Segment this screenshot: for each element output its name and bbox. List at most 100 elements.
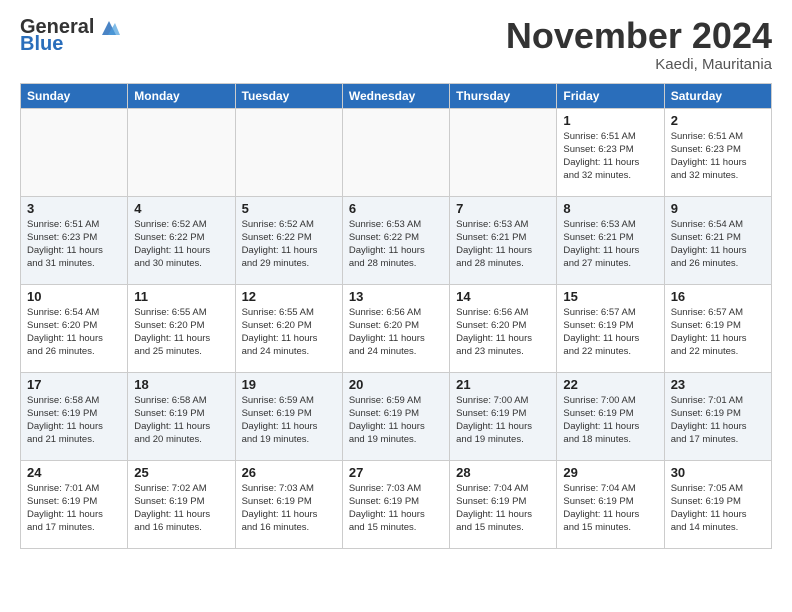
day-number: 29 bbox=[563, 465, 657, 480]
cell-3-3: 12 Sunrise: 6:55 AMSunset: 6:20 PMDayligh… bbox=[235, 284, 342, 372]
cell-4-5: 21 Sunrise: 7:00 AMSunset: 6:19 PMDayligh… bbox=[450, 372, 557, 460]
day-info: Sunrise: 6:52 AMSunset: 6:22 PMDaylight:… bbox=[134, 218, 228, 271]
day-number: 11 bbox=[134, 289, 228, 304]
day-info: Sunrise: 6:53 AMSunset: 6:21 PMDaylight:… bbox=[563, 218, 657, 271]
cell-3-5: 14 Sunrise: 6:56 AMSunset: 6:20 PMDayligh… bbox=[450, 284, 557, 372]
col-thursday: Thursday bbox=[450, 83, 557, 108]
logo-blue-text: Blue bbox=[20, 33, 63, 56]
day-info: Sunrise: 7:00 AMSunset: 6:19 PMDaylight:… bbox=[563, 394, 657, 447]
col-monday: Monday bbox=[128, 83, 235, 108]
day-info: Sunrise: 6:51 AMSunset: 6:23 PMDaylight:… bbox=[563, 130, 657, 183]
day-info: Sunrise: 6:51 AMSunset: 6:23 PMDaylight:… bbox=[27, 218, 121, 271]
day-number: 14 bbox=[456, 289, 550, 304]
day-info: Sunrise: 6:57 AMSunset: 6:19 PMDaylight:… bbox=[563, 306, 657, 359]
day-info: Sunrise: 6:57 AMSunset: 6:19 PMDaylight:… bbox=[671, 306, 765, 359]
day-info: Sunrise: 7:01 AMSunset: 6:19 PMDaylight:… bbox=[671, 394, 765, 447]
day-number: 4 bbox=[134, 201, 228, 216]
day-info: Sunrise: 6:58 AMSunset: 6:19 PMDaylight:… bbox=[134, 394, 228, 447]
day-number: 25 bbox=[134, 465, 228, 480]
day-number: 20 bbox=[349, 377, 443, 392]
logo: General Blue bbox=[20, 16, 120, 56]
cell-3-4: 13Sunrise: 6:56 AMSunset: 6:20 PMDayligh… bbox=[342, 284, 449, 372]
day-number: 9 bbox=[671, 201, 765, 216]
day-info: Sunrise: 6:52 AMSunset: 6:22 PMDaylight:… bbox=[242, 218, 336, 271]
day-number: 6 bbox=[349, 201, 443, 216]
day-info: Sunrise: 6:55 AMSunset: 6:20 PMDaylight:… bbox=[242, 306, 336, 359]
cell-2-2: 4 Sunrise: 6:52 AMSunset: 6:22 PMDaylight… bbox=[128, 196, 235, 284]
day-number: 12 bbox=[242, 289, 336, 304]
cell-5-2: 25 Sunrise: 7:02 AMSunset: 6:19 PMDayligh… bbox=[128, 460, 235, 548]
day-info: Sunrise: 6:54 AMSunset: 6:20 PMDaylight:… bbox=[27, 306, 121, 359]
day-info: Sunrise: 6:51 AMSunset: 6:23 PMDaylight:… bbox=[671, 130, 765, 183]
day-number: 22 bbox=[563, 377, 657, 392]
cell-1-3 bbox=[235, 108, 342, 196]
day-number: 23 bbox=[671, 377, 765, 392]
day-number: 24 bbox=[27, 465, 121, 480]
cell-1-6: 1Sunrise: 6:51 AMSunset: 6:23 PMDaylight… bbox=[557, 108, 664, 196]
day-number: 19 bbox=[242, 377, 336, 392]
cell-2-1: 3 Sunrise: 6:51 AMSunset: 6:23 PMDaylight… bbox=[21, 196, 128, 284]
cell-1-1 bbox=[21, 108, 128, 196]
day-info: Sunrise: 6:58 AMSunset: 6:19 PMDaylight:… bbox=[27, 394, 121, 447]
day-info: Sunrise: 7:05 AMSunset: 6:19 PMDaylight:… bbox=[671, 482, 765, 535]
day-number: 7 bbox=[456, 201, 550, 216]
cell-5-6: 29 Sunrise: 7:04 AMSunset: 6:19 PMDayligh… bbox=[557, 460, 664, 548]
day-number: 27 bbox=[349, 465, 443, 480]
calendar: Sunday Monday Tuesday Wednesday Thursday… bbox=[20, 83, 772, 549]
day-number: 16 bbox=[671, 289, 765, 304]
cell-1-5 bbox=[450, 108, 557, 196]
day-info: Sunrise: 7:00 AMSunset: 6:19 PMDaylight:… bbox=[456, 394, 550, 447]
day-number: 26 bbox=[242, 465, 336, 480]
month-title: November 2024 bbox=[506, 16, 772, 56]
col-tuesday: Tuesday bbox=[235, 83, 342, 108]
cell-4-3: 19 Sunrise: 6:59 AMSunset: 6:19 PMDayligh… bbox=[235, 372, 342, 460]
day-number: 2 bbox=[671, 113, 765, 128]
cell-4-4: 20 Sunrise: 6:59 AMSunset: 6:19 PMDayligh… bbox=[342, 372, 449, 460]
day-info: Sunrise: 6:59 AMSunset: 6:19 PMDaylight:… bbox=[349, 394, 443, 447]
cell-3-7: 16 Sunrise: 6:57 AMSunset: 6:19 PMDayligh… bbox=[664, 284, 771, 372]
day-number: 8 bbox=[563, 201, 657, 216]
col-saturday: Saturday bbox=[664, 83, 771, 108]
week-row-3: 10 Sunrise: 6:54 AMSunset: 6:20 PMDayligh… bbox=[21, 284, 772, 372]
day-number: 30 bbox=[671, 465, 765, 480]
week-row-5: 24 Sunrise: 7:01 AMSunset: 6:19 PMDayligh… bbox=[21, 460, 772, 548]
day-info: Sunrise: 6:56 AMSunset: 6:20 PMDaylight:… bbox=[349, 306, 443, 359]
col-wednesday: Wednesday bbox=[342, 83, 449, 108]
page: General Blue November 2024 Kaedi, Maurit… bbox=[0, 0, 792, 559]
cell-4-6: 22 Sunrise: 7:00 AMSunset: 6:19 PMDayligh… bbox=[557, 372, 664, 460]
day-info: Sunrise: 6:56 AMSunset: 6:20 PMDaylight:… bbox=[456, 306, 550, 359]
cell-5-4: 27 Sunrise: 7:03 AMSunset: 6:19 PMDayligh… bbox=[342, 460, 449, 548]
day-info: Sunrise: 6:59 AMSunset: 6:19 PMDaylight:… bbox=[242, 394, 336, 447]
day-number: 15 bbox=[563, 289, 657, 304]
cell-4-2: 18 Sunrise: 6:58 AMSunset: 6:19 PMDayligh… bbox=[128, 372, 235, 460]
logo-icon bbox=[98, 17, 120, 39]
day-info: Sunrise: 7:04 AMSunset: 6:19 PMDaylight:… bbox=[563, 482, 657, 535]
calendar-header-row: Sunday Monday Tuesday Wednesday Thursday… bbox=[21, 83, 772, 108]
day-info: Sunrise: 7:03 AMSunset: 6:19 PMDaylight:… bbox=[349, 482, 443, 535]
day-info: Sunrise: 7:01 AMSunset: 6:19 PMDaylight:… bbox=[27, 482, 121, 535]
day-number: 10 bbox=[27, 289, 121, 304]
day-info: Sunrise: 7:04 AMSunset: 6:19 PMDaylight:… bbox=[456, 482, 550, 535]
day-number: 17 bbox=[27, 377, 121, 392]
cell-2-5: 7 Sunrise: 6:53 AMSunset: 6:21 PMDaylight… bbox=[450, 196, 557, 284]
cell-5-3: 26 Sunrise: 7:03 AMSunset: 6:19 PMDayligh… bbox=[235, 460, 342, 548]
day-number: 3 bbox=[27, 201, 121, 216]
col-friday: Friday bbox=[557, 83, 664, 108]
title-area: November 2024 Kaedi, Mauritania bbox=[506, 16, 772, 73]
cell-4-1: 17 Sunrise: 6:58 AMSunset: 6:19 PMDayligh… bbox=[21, 372, 128, 460]
day-info: Sunrise: 7:02 AMSunset: 6:19 PMDaylight:… bbox=[134, 482, 228, 535]
day-number: 18 bbox=[134, 377, 228, 392]
day-info: Sunrise: 6:54 AMSunset: 6:21 PMDaylight:… bbox=[671, 218, 765, 271]
cell-2-4: 6 Sunrise: 6:53 AMSunset: 6:22 PMDaylight… bbox=[342, 196, 449, 284]
location: Kaedi, Mauritania bbox=[506, 56, 772, 73]
day-info: Sunrise: 6:53 AMSunset: 6:21 PMDaylight:… bbox=[456, 218, 550, 271]
col-sunday: Sunday bbox=[21, 83, 128, 108]
day-number: 5 bbox=[242, 201, 336, 216]
day-number: 21 bbox=[456, 377, 550, 392]
cell-5-7: 30 Sunrise: 7:05 AMSunset: 6:19 PMDayligh… bbox=[664, 460, 771, 548]
cell-1-2 bbox=[128, 108, 235, 196]
day-info: Sunrise: 6:53 AMSunset: 6:22 PMDaylight:… bbox=[349, 218, 443, 271]
cell-4-7: 23 Sunrise: 7:01 AMSunset: 6:19 PMDayligh… bbox=[664, 372, 771, 460]
day-number: 28 bbox=[456, 465, 550, 480]
day-info: Sunrise: 7:03 AMSunset: 6:19 PMDaylight:… bbox=[242, 482, 336, 535]
